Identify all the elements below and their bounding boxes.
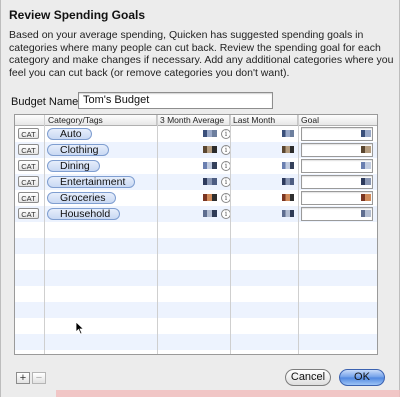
table-row[interactable]: CAT Dining i <box>15 158 377 174</box>
last-month-amount-obscured <box>282 210 294 217</box>
background-window-strip <box>56 390 400 397</box>
table-row[interactable]: CAT Clothing i <box>15 142 377 158</box>
table-row[interactable]: CAT Groceries i <box>15 190 377 206</box>
cancel-button[interactable]: Cancel <box>285 369 331 386</box>
header-blank <box>15 115 45 125</box>
last-month-amount-obscured <box>282 194 294 201</box>
category-tag[interactable]: Groceries <box>47 192 116 204</box>
dialog-title: Review Spending Goals <box>9 8 146 22</box>
column-header-last-month[interactable]: Last Month <box>230 115 298 125</box>
empty-table-row <box>15 238 377 254</box>
empty-table-row <box>15 334 377 350</box>
table-row[interactable]: CAT Household i <box>15 206 377 222</box>
table-row[interactable]: CAT Entertainment i <box>15 174 377 190</box>
cat-button[interactable]: CAT <box>18 208 39 219</box>
goal-amount-obscured <box>361 210 371 217</box>
average-amount-obscured <box>203 178 217 185</box>
average-amount-obscured <box>203 146 217 153</box>
goal-amount-obscured <box>361 178 371 185</box>
cat-button[interactable]: CAT <box>18 128 39 139</box>
category-tag[interactable]: Auto <box>47 128 92 140</box>
empty-table-row <box>15 222 377 238</box>
empty-table-row <box>15 254 377 270</box>
average-amount-obscured <box>203 194 217 201</box>
column-header-3-month-average[interactable]: 3 Month Average <box>157 115 230 125</box>
last-month-amount-obscured <box>282 146 294 153</box>
goal-amount-obscured <box>361 130 371 137</box>
empty-table-row <box>15 318 377 334</box>
column-header-goal[interactable]: Goal <box>298 115 377 125</box>
dialog-description: Based on your average spending, Quicken … <box>9 29 394 79</box>
goal-amount-obscured <box>361 146 371 153</box>
last-month-amount-obscured <box>282 130 294 137</box>
cat-button[interactable]: CAT <box>18 192 39 203</box>
arrow-cursor-icon <box>75 321 85 335</box>
goal-amount-obscured <box>361 194 371 201</box>
category-tag[interactable]: Household <box>47 208 121 220</box>
table-row[interactable]: CAT Auto i <box>15 126 377 142</box>
average-amount-obscured <box>203 210 217 217</box>
column-header-category[interactable]: Category/Tags <box>45 115 157 125</box>
empty-table-row <box>15 302 377 318</box>
goal-amount-obscured <box>361 162 371 169</box>
cat-button[interactable]: CAT <box>18 160 39 171</box>
review-spending-goals-dialog: Review Spending Goals Based on your aver… <box>0 0 400 397</box>
remove-category-button[interactable]: − <box>32 372 46 384</box>
last-month-amount-obscured <box>282 162 294 169</box>
empty-table-row <box>15 286 377 302</box>
budget-name-label: Budget Name: <box>11 96 82 108</box>
category-tag[interactable]: Clothing <box>47 144 109 156</box>
table-header: Category/Tags 3 Month Average Last Month… <box>15 115 377 126</box>
cat-button[interactable]: CAT <box>18 144 39 155</box>
average-amount-obscured <box>203 130 217 137</box>
category-tag[interactable]: Dining <box>47 160 100 172</box>
ok-button[interactable]: OK <box>339 369 385 386</box>
category-tag[interactable]: Entertainment <box>47 176 136 188</box>
last-month-amount-obscured <box>282 178 294 185</box>
budget-name-field[interactable]: Tom's Budget <box>78 92 273 109</box>
spending-goals-table: Category/Tags 3 Month Average Last Month… <box>14 114 378 355</box>
empty-table-row <box>15 270 377 286</box>
add-category-button[interactable]: + <box>16 372 30 384</box>
average-amount-obscured <box>203 162 217 169</box>
cat-button[interactable]: CAT <box>18 176 39 187</box>
